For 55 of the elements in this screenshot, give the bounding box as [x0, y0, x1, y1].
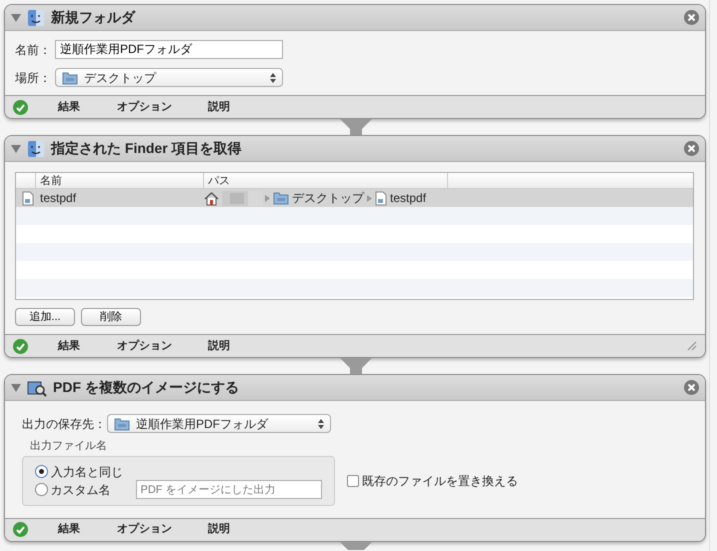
location-popup[interactable]: デスクトップ: [55, 68, 283, 87]
radio-button[interactable]: [35, 465, 48, 478]
path-arrow-icon: [265, 194, 270, 202]
resize-grip-icon[interactable]: [687, 341, 697, 351]
name-field[interactable]: 逆順作業用PDFフォルダ: [55, 40, 283, 59]
column-header[interactable]: 名前: [36, 173, 204, 188]
destination-popup[interactable]: 逆順作業用PDFフォルダ: [107, 414, 331, 433]
checkbox-label: 既存のファイルを置き換える: [362, 472, 518, 490]
close-icon[interactable]: [684, 380, 699, 395]
custom-name-field[interactable]: PDF をイメージにした出力: [136, 480, 322, 499]
footer-tab[interactable]: 説明: [208, 521, 230, 538]
path-component: testpdf: [390, 190, 426, 207]
path-component: デスクトップ: [292, 190, 364, 207]
field-label: 場所：: [15, 70, 52, 86]
checkbox[interactable]: [347, 474, 359, 486]
blurred-area: [222, 190, 262, 206]
radio-button[interactable]: [35, 483, 48, 496]
footer-tab[interactable]: オプション: [117, 98, 172, 116]
action-title: 新規フォルダ: [51, 8, 135, 27]
document-icon: [375, 190, 387, 206]
radio-label: カスタム名: [50, 482, 112, 498]
action-title: PDF を複数のイメージにする: [53, 378, 239, 397]
finder-icon: [27, 8, 45, 26]
footer-tab[interactable]: 説明: [208, 338, 230, 354]
updown-arrows-icon: [318, 418, 324, 428]
file-name: testpdf: [40, 190, 76, 207]
field-label: 名前：: [15, 42, 52, 58]
group-label: 出力ファイル名: [30, 439, 108, 454]
finder-icon: [27, 140, 45, 158]
path-arrow-icon: [367, 194, 372, 202]
footer-tab[interactable]: 結果: [58, 521, 80, 538]
footer-tab[interactable]: 結果: [58, 98, 80, 116]
disclosure-triangle-icon[interactable]: [11, 384, 21, 392]
column-header[interactable]: パス: [204, 173, 448, 188]
field-label: 出力の保存先：: [22, 416, 107, 432]
footer-tab[interactable]: 説明: [208, 98, 230, 116]
folder-icon: [62, 70, 78, 84]
close-icon[interactable]: [684, 141, 699, 156]
table-row[interactable]: testpdf デスクトップ testpdf: [16, 189, 693, 207]
updown-arrows-icon: [270, 72, 276, 82]
folder-icon: [114, 416, 130, 430]
close-icon[interactable]: [684, 10, 699, 25]
radio-label: 入力名と同じ: [51, 464, 124, 480]
preview-icon: [27, 378, 47, 396]
disclosure-triangle-icon[interactable]: [11, 144, 21, 152]
disclosure-triangle-icon[interactable]: [11, 14, 21, 22]
house-icon: [204, 190, 219, 206]
document-icon: [22, 190, 34, 206]
footer-tab[interactable]: 結果: [58, 338, 80, 354]
footer-tab[interactable]: オプション: [117, 338, 172, 354]
action-button[interactable]: 削除: [81, 308, 141, 326]
folder-icon: [273, 191, 289, 205]
action-button[interactable]: 追加...: [15, 308, 75, 326]
footer-tab[interactable]: オプション: [117, 521, 172, 538]
action-title: 指定された Finder 項目を取得: [51, 139, 242, 158]
